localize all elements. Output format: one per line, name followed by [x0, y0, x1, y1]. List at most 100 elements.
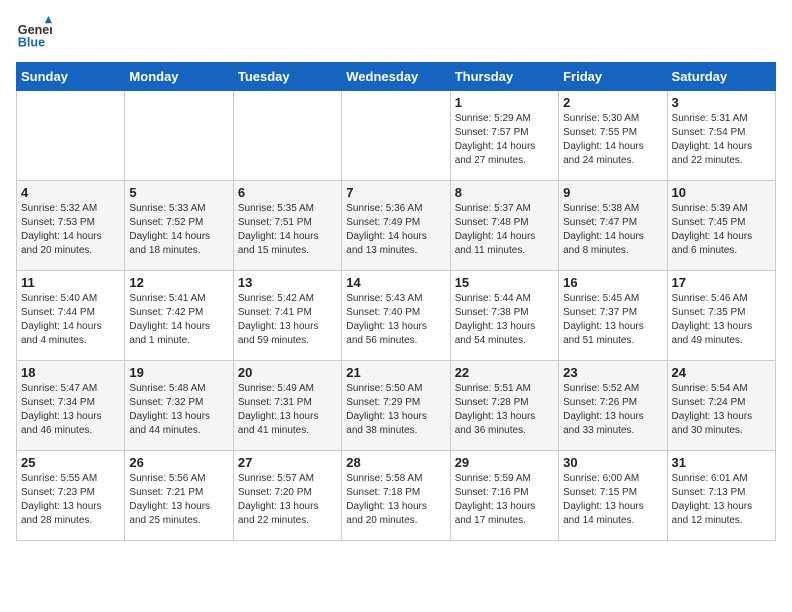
day-info: Sunrise: 5:56 AM Sunset: 7:21 PM Dayligh… — [129, 472, 228, 528]
day-number: 21 — [346, 365, 445, 380]
calendar-cell: 21 Sunrise: 5:50 AM Sunset: 7:29 PM Dayli… — [342, 361, 450, 451]
calendar-cell: 17Sunrise: 5:46 AM Sunset: 7:35 PM Dayli… — [667, 271, 775, 361]
calendar-cell — [233, 91, 341, 181]
calendar-cell: 3 Sunrise: 5:31 AM Sunset: 7:54 PM Daylig… — [667, 91, 775, 181]
day-info: Sunrise: 5:30 AM Sunset: 7:55 PM Dayligh… — [563, 112, 662, 168]
header: General Blue — [16, 16, 776, 52]
day-info: Sunrise: 5:36 AM Sunset: 7:49 PM Dayligh… — [346, 202, 445, 258]
weekday-header-sunday: Sunday — [17, 63, 125, 91]
day-number: 10 — [672, 185, 771, 200]
calendar-cell: 16Sunrise: 5:45 AM Sunset: 7:37 PM Dayli… — [559, 271, 667, 361]
calendar-cell: 14 Sunrise: 5:43 AM Sunset: 7:40 PM Dayli… — [342, 271, 450, 361]
calendar-cell: 23 Sunrise: 5:52 AM Sunset: 7:26 PM Dayli… — [559, 361, 667, 451]
day-number: 7 — [346, 185, 445, 200]
calendar-cell: 24 Sunrise: 5:54 AM Sunset: 7:24 PM Dayli… — [667, 361, 775, 451]
day-info: Sunrise: 5:33 AM Sunset: 7:52 PM Dayligh… — [129, 202, 228, 258]
day-number: 28 — [346, 455, 445, 470]
weekday-header-monday: Monday — [125, 63, 233, 91]
day-number: 11 — [21, 275, 120, 290]
calendar-cell: 22 Sunrise: 5:51 AM Sunset: 7:28 PM Dayli… — [450, 361, 558, 451]
calendar-week-row: 11 Sunrise: 5:40 AM Sunset: 7:44 PM Dayli… — [17, 271, 776, 361]
weekday-header-row: SundayMondayTuesdayWednesdayThursdayFrid… — [17, 63, 776, 91]
calendar-cell: 31Sunrise: 6:01 AM Sunset: 7:13 PM Dayli… — [667, 451, 775, 541]
day-info: Sunrise: 5:35 AM Sunset: 7:51 PM Dayligh… — [238, 202, 337, 258]
day-info: Sunrise: 5:52 AM Sunset: 7:26 PM Dayligh… — [563, 382, 662, 438]
weekday-header-wednesday: Wednesday — [342, 63, 450, 91]
day-number: 4 — [21, 185, 120, 200]
calendar-cell: 11 Sunrise: 5:40 AM Sunset: 7:44 PM Dayli… — [17, 271, 125, 361]
day-info: Sunrise: 5:44 AM Sunset: 7:38 PM Dayligh… — [455, 292, 554, 348]
day-info: Sunrise: 6:01 AM Sunset: 7:13 PM Dayligh… — [672, 472, 771, 528]
day-number: 16 — [563, 275, 662, 290]
calendar-cell — [342, 91, 450, 181]
day-number: 26 — [129, 455, 228, 470]
calendar-cell: 29 Sunrise: 5:59 AM Sunset: 7:16 PM Dayli… — [450, 451, 558, 541]
day-info: Sunrise: 5:58 AM Sunset: 7:18 PM Dayligh… — [346, 472, 445, 528]
calendar-cell: 8 Sunrise: 5:37 AM Sunset: 7:48 PM Daylig… — [450, 181, 558, 271]
day-info: Sunrise: 5:43 AM Sunset: 7:40 PM Dayligh… — [346, 292, 445, 348]
logo: General Blue — [16, 16, 52, 52]
day-number: 3 — [672, 95, 771, 110]
calendar-cell: 4 Sunrise: 5:32 AM Sunset: 7:53 PM Daylig… — [17, 181, 125, 271]
calendar-cell: 6Sunrise: 5:35 AM Sunset: 7:51 PM Daylig… — [233, 181, 341, 271]
day-info: Sunrise: 5:59 AM Sunset: 7:16 PM Dayligh… — [455, 472, 554, 528]
day-number: 20 — [238, 365, 337, 380]
day-info: Sunrise: 5:42 AM Sunset: 7:41 PM Dayligh… — [238, 292, 337, 348]
weekday-header-thursday: Thursday — [450, 63, 558, 91]
day-number: 23 — [563, 365, 662, 380]
day-info: Sunrise: 5:50 AM Sunset: 7:29 PM Dayligh… — [346, 382, 445, 438]
day-number: 19 — [129, 365, 228, 380]
calendar-cell: 30 Sunrise: 6:00 AM Sunset: 7:15 PM Dayli… — [559, 451, 667, 541]
weekday-header-saturday: Saturday — [667, 63, 775, 91]
calendar-cell: 15 Sunrise: 5:44 AM Sunset: 7:38 PM Dayli… — [450, 271, 558, 361]
day-number: 5 — [129, 185, 228, 200]
day-info: Sunrise: 5:32 AM Sunset: 7:53 PM Dayligh… — [21, 202, 120, 258]
calendar-week-row: 25Sunrise: 5:55 AM Sunset: 7:23 PM Dayli… — [17, 451, 776, 541]
day-number: 30 — [563, 455, 662, 470]
day-info: Sunrise: 5:54 AM Sunset: 7:24 PM Dayligh… — [672, 382, 771, 438]
calendar-week-row: 4 Sunrise: 5:32 AM Sunset: 7:53 PM Daylig… — [17, 181, 776, 271]
day-number: 29 — [455, 455, 554, 470]
day-number: 18 — [21, 365, 120, 380]
day-number: 2 — [563, 95, 662, 110]
calendar-cell — [125, 91, 233, 181]
day-number: 25 — [21, 455, 120, 470]
day-number: 1 — [455, 95, 554, 110]
calendar-cell: 19Sunrise: 5:48 AM Sunset: 7:32 PM Dayli… — [125, 361, 233, 451]
calendar-cell: 7 Sunrise: 5:36 AM Sunset: 7:49 PM Daylig… — [342, 181, 450, 271]
calendar-cell — [17, 91, 125, 181]
day-number: 27 — [238, 455, 337, 470]
day-info: Sunrise: 5:41 AM Sunset: 7:42 PM Dayligh… — [129, 292, 228, 348]
calendar-cell: 18 Sunrise: 5:47 AM Sunset: 7:34 PM Dayli… — [17, 361, 125, 451]
day-number: 9 — [563, 185, 662, 200]
calendar-cell: 1Sunrise: 5:29 AM Sunset: 7:57 PM Daylig… — [450, 91, 558, 181]
day-info: Sunrise: 5:37 AM Sunset: 7:48 PM Dayligh… — [455, 202, 554, 258]
calendar-table: SundayMondayTuesdayWednesdayThursdayFrid… — [16, 62, 776, 541]
calendar-cell: 9 Sunrise: 5:38 AM Sunset: 7:47 PM Daylig… — [559, 181, 667, 271]
day-number: 12 — [129, 275, 228, 290]
calendar-cell: 2 Sunrise: 5:30 AM Sunset: 7:55 PM Daylig… — [559, 91, 667, 181]
calendar-cell: 12 Sunrise: 5:41 AM Sunset: 7:42 PM Dayli… — [125, 271, 233, 361]
day-info: Sunrise: 5:47 AM Sunset: 7:34 PM Dayligh… — [21, 382, 120, 438]
calendar-cell: 5 Sunrise: 5:33 AM Sunset: 7:52 PM Daylig… — [125, 181, 233, 271]
day-info: Sunrise: 5:46 AM Sunset: 7:35 PM Dayligh… — [672, 292, 771, 348]
calendar-week-row: 1Sunrise: 5:29 AM Sunset: 7:57 PM Daylig… — [17, 91, 776, 181]
day-info: Sunrise: 5:51 AM Sunset: 7:28 PM Dayligh… — [455, 382, 554, 438]
day-number: 8 — [455, 185, 554, 200]
day-info: Sunrise: 5:49 AM Sunset: 7:31 PM Dayligh… — [238, 382, 337, 438]
day-info: Sunrise: 5:31 AM Sunset: 7:54 PM Dayligh… — [672, 112, 771, 168]
day-info: Sunrise: 5:40 AM Sunset: 7:44 PM Dayligh… — [21, 292, 120, 348]
day-number: 24 — [672, 365, 771, 380]
day-info: Sunrise: 6:00 AM Sunset: 7:15 PM Dayligh… — [563, 472, 662, 528]
day-info: Sunrise: 5:39 AM Sunset: 7:45 PM Dayligh… — [672, 202, 771, 258]
day-info: Sunrise: 5:57 AM Sunset: 7:20 PM Dayligh… — [238, 472, 337, 528]
day-number: 14 — [346, 275, 445, 290]
day-number: 22 — [455, 365, 554, 380]
day-number: 15 — [455, 275, 554, 290]
logo-icon: General Blue — [16, 16, 52, 52]
day-info: Sunrise: 5:38 AM Sunset: 7:47 PM Dayligh… — [563, 202, 662, 258]
calendar-cell: 27 Sunrise: 5:57 AM Sunset: 7:20 PM Dayli… — [233, 451, 341, 541]
weekday-header-friday: Friday — [559, 63, 667, 91]
calendar-cell: 10 Sunrise: 5:39 AM Sunset: 7:45 PM Dayli… — [667, 181, 775, 271]
calendar-cell: 26 Sunrise: 5:56 AM Sunset: 7:21 PM Dayli… — [125, 451, 233, 541]
